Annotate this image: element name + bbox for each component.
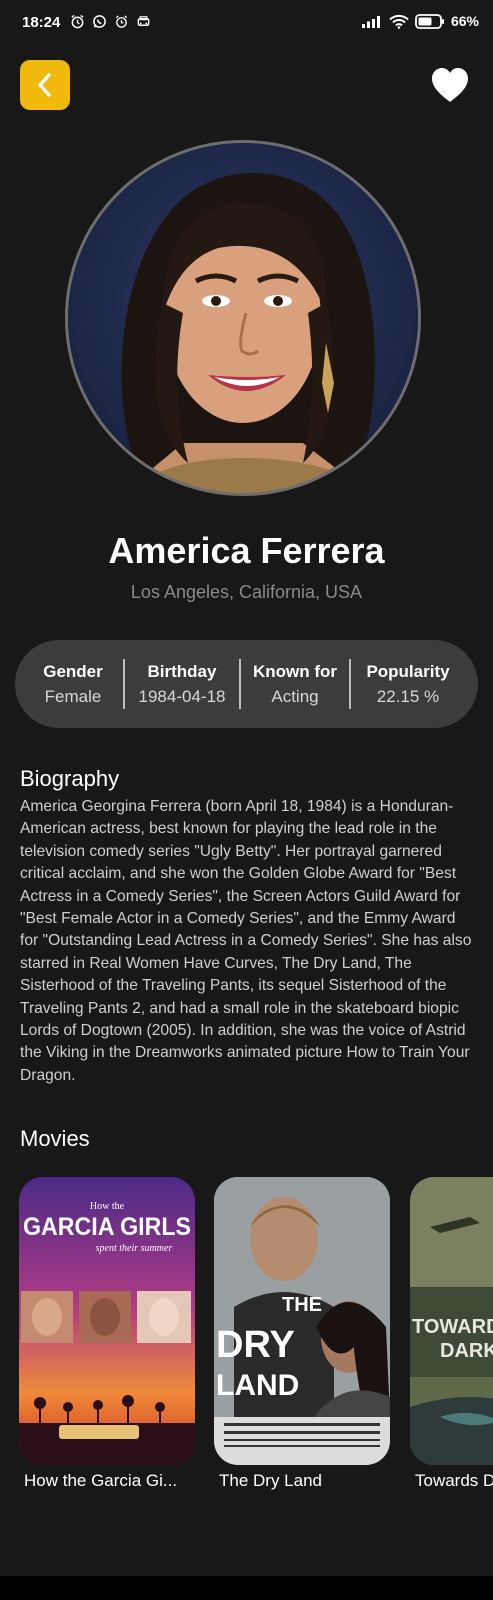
stat-label: Birthday	[147, 661, 217, 681]
person-birthplace: Los Angeles, California, USA	[130, 582, 363, 602]
stat-birthday: Birthday 1984-04-18	[125, 656, 239, 712]
car-icon	[137, 16, 150, 26]
movie-card[interactable]: How the GARCIA GIRLS spent their summer	[19, 1177, 195, 1491]
movie-title[interactable]: Towards D	[410, 1471, 493, 1491]
alarm-clock-icon	[115, 15, 128, 28]
system-navigation-bar	[0, 1576, 493, 1600]
movie-card[interactable]: THE DRY LAND The Dry Land	[214, 1177, 390, 1491]
wifi-icon	[389, 14, 409, 29]
movie-poster[interactable]: TOWARDS DARK	[410, 1177, 493, 1465]
movie-title[interactable]: The Dry Land	[214, 1471, 390, 1491]
portrait-image	[68, 143, 418, 493]
stat-label: Popularity	[366, 661, 450, 681]
status-system-icons: 66%	[361, 13, 479, 29]
movie-title[interactable]: How the Garcia Gi...	[19, 1471, 195, 1491]
biography-heading: Biography	[20, 766, 120, 791]
stat-value: 1984-04-18	[138, 686, 226, 706]
stat-popularity: Popularity 22.15 %	[351, 656, 465, 712]
stats-card: Gender Female Birthday 1984-04-18 Known …	[15, 640, 478, 728]
signal-icon	[361, 16, 380, 28]
movie-poster[interactable]: How the GARCIA GIRLS spent their summer	[19, 1177, 195, 1465]
alarm-icon	[71, 14, 84, 29]
poster-text: DARK	[440, 1340, 493, 1362]
stat-label: Gender	[43, 661, 103, 681]
chevron-left-icon	[38, 73, 51, 97]
stat-gender: Gender Female	[23, 656, 123, 712]
poster-text: THE	[282, 1294, 322, 1316]
status-time: 18:24	[22, 14, 61, 31]
stat-value: Acting	[271, 686, 319, 706]
poster-text: DRY	[216, 1324, 295, 1366]
movies-heading: Movies	[20, 1126, 90, 1151]
poster-text: TOWARDS	[412, 1316, 493, 1338]
poster-text: GARCIA GIRLS	[23, 1213, 191, 1241]
battery-percentage: 66%	[450, 13, 479, 29]
stat-value: Female	[44, 686, 102, 706]
poster-text: How the	[90, 1201, 125, 1212]
stat-label: Known for	[252, 661, 338, 681]
poster-text: LAND	[216, 1369, 299, 1402]
stat-value: 22.15 %	[376, 686, 440, 706]
battery-icon	[415, 13, 444, 29]
profile-photo	[65, 140, 421, 496]
favorite-heart-icon[interactable]	[430, 66, 470, 104]
movie-card[interactable]: TOWARDS DARK Towards D	[410, 1177, 493, 1491]
biography-text: America Georgina Ferrera (born April 18,…	[20, 798, 472, 1084]
status-notification-icons	[70, 14, 151, 29]
stat-known-for: Known for Acting	[241, 656, 349, 712]
poster-text: spent their summer	[96, 1243, 173, 1254]
movies-carousel[interactable]: How the GARCIA GIRLS spent their summer	[0, 1177, 493, 1497]
movie-poster[interactable]: THE DRY LAND	[214, 1177, 390, 1465]
status-bar: 18:24 66%	[0, 0, 493, 46]
person-name: America Ferrera	[108, 530, 385, 571]
whatsapp-icon	[93, 15, 106, 28]
back-button[interactable]	[20, 60, 70, 110]
